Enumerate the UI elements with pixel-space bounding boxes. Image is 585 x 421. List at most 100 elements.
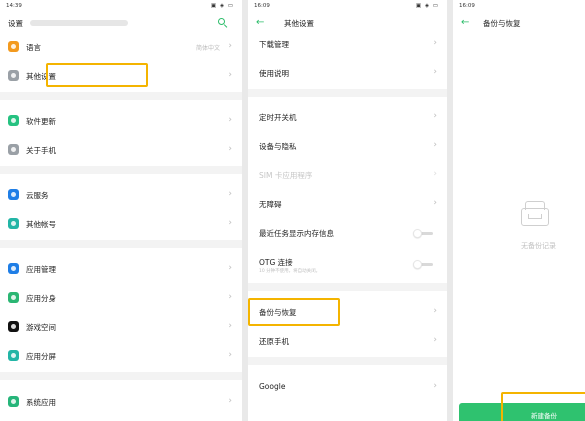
status-icons: ▣ ◈ ▭ — [210, 3, 234, 9]
chevron-right-icon: › — [433, 198, 437, 208]
settings-item-google[interactable]: Google › — [248, 376, 447, 398]
chevron-right-icon: › — [228, 263, 232, 273]
system-apps-icon — [8, 396, 19, 407]
settings-item-recent-memory-info: 最近任务显示内存信息 — [248, 222, 447, 244]
chevron-right-icon: › — [228, 292, 232, 302]
status-time: 16:09 — [459, 3, 475, 9]
settings-item-label: 应用分身 — [26, 294, 56, 303]
settings-item-label: OTG 连接 — [259, 258, 293, 267]
settings-item-software-update[interactable]: 软件更新 › — [0, 110, 242, 132]
highlight-box — [46, 63, 148, 87]
settings-header: 设置 — [0, 13, 242, 33]
page-title: 其他设置 — [284, 19, 314, 28]
back-arrow-icon[interactable]: ← — [256, 16, 264, 30]
settings-item-label: Google — [259, 382, 286, 391]
settings-item-system-apps[interactable]: 系统应用 › — [0, 391, 242, 413]
language-icon — [8, 41, 19, 52]
chevron-right-icon: › — [228, 218, 232, 228]
settings-item-label: 最近任务显示内存信息 — [259, 229, 334, 238]
settings-item-download-management[interactable]: 下载管理 › — [248, 33, 447, 55]
split-screen-icon — [8, 350, 19, 361]
empty-state-text: 无备份记录 — [521, 242, 556, 250]
info-icon — [8, 144, 19, 155]
settings-item-label: 语言 — [26, 43, 41, 52]
settings-item-label: 软件更新 — [26, 117, 56, 126]
section-divider — [0, 92, 242, 100]
section-divider — [248, 89, 447, 97]
settings-item-value: 简体中文 — [195, 45, 220, 52]
app-clone-icon — [8, 292, 19, 303]
settings-item-label: 云服务 — [26, 191, 49, 200]
chevron-right-icon: › — [433, 335, 437, 345]
settings-item-about-phone[interactable]: 关于手机 › — [0, 139, 242, 161]
other-settings-screen: 16:09 ▣ ◈ ▭ ← 其他设置 下载管理 › 使用说明 › 定时开关机 ›… — [248, 0, 447, 421]
memory-info-toggle[interactable] — [413, 229, 435, 238]
account-icon — [8, 218, 19, 229]
account-name-blurred — [30, 20, 128, 26]
chevron-right-icon: › — [228, 144, 232, 154]
settings-item-app-management[interactable]: 应用管理 › — [0, 258, 242, 280]
search-icon[interactable] — [218, 18, 228, 28]
settings-item-accessibility[interactable]: 无障碍 › — [248, 193, 447, 215]
settings-item-label: 还原手机 — [259, 337, 289, 346]
backup-restore-screen: 16:09 ← 备份与恢复 无备份记录 新建备份 — [453, 0, 585, 421]
settings-item-device-privacy[interactable]: 设备与隐私 › — [248, 135, 447, 157]
chevron-right-icon: › — [228, 396, 232, 406]
chevron-right-icon: › — [433, 169, 437, 179]
otg-toggle[interactable] — [413, 260, 435, 269]
chevron-right-icon: › — [433, 140, 437, 150]
cloud-icon — [8, 189, 19, 200]
back-arrow-icon[interactable]: ← — [461, 16, 469, 30]
settings-item-user-guide[interactable]: 使用说明 › — [248, 62, 447, 84]
page-title: 设置 — [8, 19, 23, 28]
other-settings-header: ← 其他设置 — [248, 13, 447, 33]
section-divider — [248, 357, 447, 365]
status-time: 16:09 — [254, 3, 270, 9]
page-title: 备份与恢复 — [483, 19, 521, 28]
settings-item-label: 关于手机 — [26, 146, 56, 155]
game-icon — [8, 321, 19, 332]
section-divider — [0, 166, 242, 174]
settings-item-label: 定时开关机 — [259, 113, 297, 122]
gear-icon — [8, 70, 19, 81]
settings-item-subtitle: 10 分钟不使用，将自动关闭。 — [259, 269, 321, 274]
chevron-right-icon: › — [433, 38, 437, 48]
status-bar: 16:09 — [453, 0, 585, 12]
chevron-right-icon: › — [433, 67, 437, 77]
settings-item-language[interactable]: 语言 简体中文 › — [0, 36, 242, 58]
settings-item-label: 无障碍 — [259, 200, 282, 209]
chevron-right-icon: › — [228, 350, 232, 360]
settings-item-app-clone[interactable]: 应用分身 › — [0, 287, 242, 309]
empty-box-icon — [517, 198, 553, 230]
chevron-right-icon: › — [228, 70, 232, 80]
settings-item-split-screen[interactable]: 应用分屏 › — [0, 345, 242, 367]
chevron-right-icon: › — [433, 111, 437, 121]
settings-item-game-space[interactable]: 游戏空间 › — [0, 316, 242, 338]
settings-item-label: 应用分屏 — [26, 352, 56, 361]
settings-item-label: 下载管理 — [259, 40, 289, 49]
settings-item-scheduled-power[interactable]: 定时开关机 › — [248, 106, 447, 128]
settings-item-cloud-service[interactable]: 云服务 › — [0, 184, 242, 206]
status-icons: ▣ ◈ ▭ — [415, 3, 439, 9]
settings-screen: 14:39 ▣ ◈ ▭ 设置 语言 简体中文 › 其他设置 › 软件更新 › 关… — [0, 0, 242, 421]
status-bar: 16:09 ▣ ◈ ▭ — [248, 0, 447, 12]
settings-item-label: 使用说明 — [259, 69, 289, 78]
settings-item-other-accounts[interactable]: 其他帐号 › — [0, 213, 242, 235]
highlight-box — [248, 298, 340, 326]
settings-item-reset-phone[interactable]: 还原手机 › — [248, 330, 447, 352]
settings-item-label: 其他帐号 — [26, 220, 56, 229]
chevron-right-icon: › — [433, 306, 437, 316]
chevron-right-icon: › — [433, 381, 437, 391]
settings-item-label: 设备与隐私 — [259, 142, 297, 151]
highlight-box — [501, 392, 585, 421]
settings-item-sim-toolkit: SIM 卡应用程序 › — [248, 164, 447, 186]
settings-item-label: 系统应用 — [26, 398, 56, 407]
chevron-right-icon: › — [228, 115, 232, 125]
chevron-right-icon: › — [228, 41, 232, 51]
settings-item-label: 游戏空间 — [26, 323, 56, 332]
apps-grid-icon — [8, 263, 19, 274]
section-divider — [0, 240, 242, 248]
backup-header: ← 备份与恢复 — [453, 13, 585, 33]
update-icon — [8, 115, 19, 126]
status-bar: 14:39 ▣ ◈ ▭ — [0, 0, 242, 12]
